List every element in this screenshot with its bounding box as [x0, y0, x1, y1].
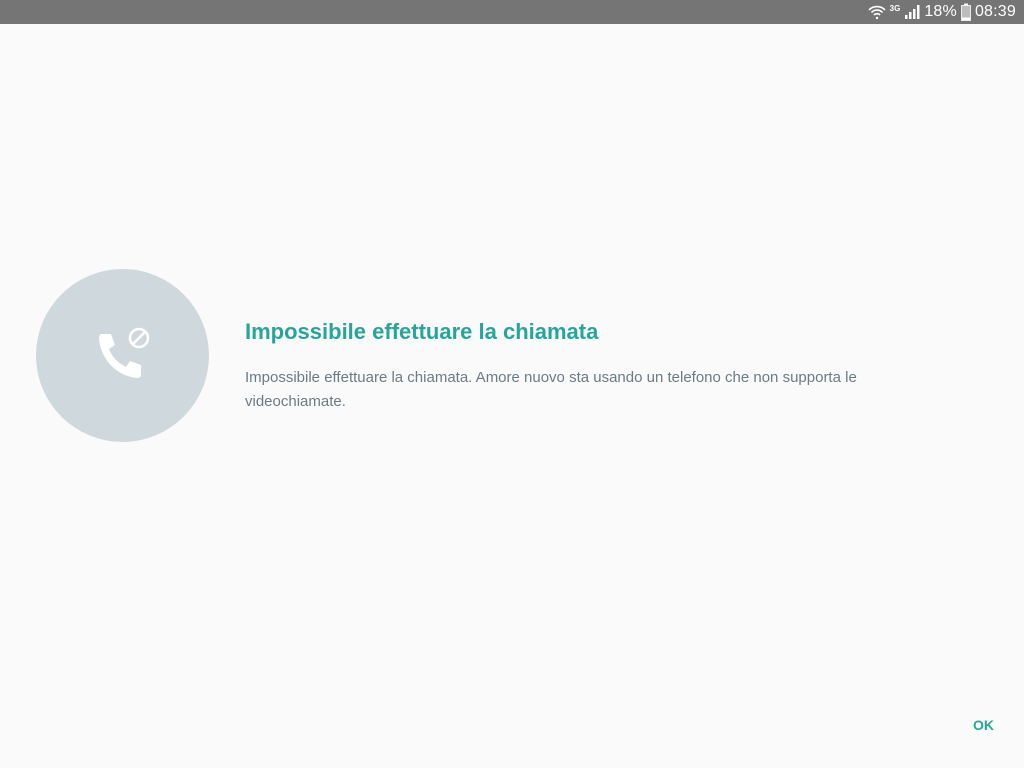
- call-failed-dialog: Impossibile effettuare la chiamata Impos…: [0, 24, 1024, 768]
- ok-button[interactable]: OK: [969, 713, 998, 737]
- battery-icon: [961, 3, 971, 21]
- dialog-message: Impossibile effettuare la chiamata. Amor…: [245, 369, 857, 410]
- wifi-icon: [868, 3, 886, 21]
- dialog-title: Impossibile effettuare la chiamata: [245, 319, 599, 344]
- battery-percent: 18%: [924, 3, 957, 20]
- status-bar: 3G 18% 08:39: [0, 0, 1024, 24]
- avatar: [36, 269, 209, 442]
- status-icons: 3G 18% 08:39: [868, 0, 1016, 24]
- network-3g-icon: 3G: [889, 3, 901, 13]
- signal-icon: [904, 4, 920, 20]
- clock: 08:39: [974, 3, 1016, 20]
